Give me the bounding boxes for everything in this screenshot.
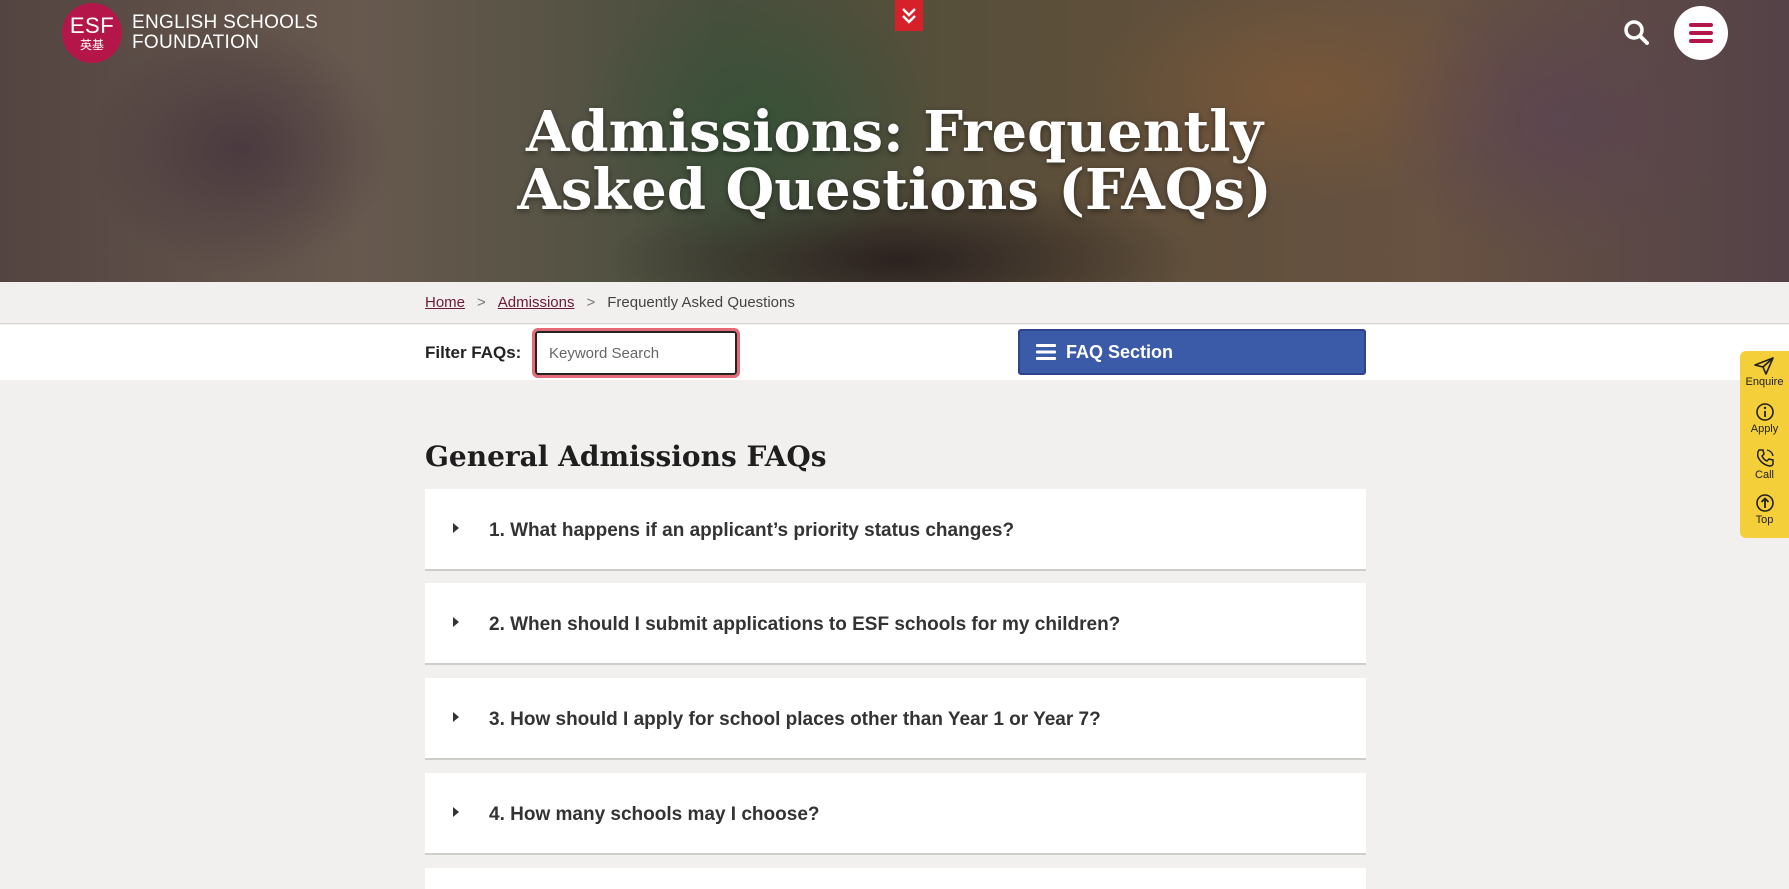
- menu-button[interactable]: [1674, 6, 1728, 60]
- send-icon: [1754, 357, 1775, 375]
- breadcrumb-admissions[interactable]: Admissions: [498, 294, 575, 311]
- caret-right-icon: [453, 523, 459, 533]
- scroll-down-button[interactable]: [895, 0, 923, 31]
- faq-question: 2. When should I submit applications to …: [489, 614, 1121, 635]
- call-button[interactable]: Call: [1755, 448, 1775, 493]
- section-title: General Admissions FAQs: [425, 440, 827, 473]
- logo-text-line1: ENGLISH SCHOOLS: [132, 12, 319, 33]
- search-button[interactable]: [1622, 18, 1652, 48]
- faq-question: 1. What happens if an applicant’s priori…: [489, 520, 1015, 541]
- caret-right-icon: [453, 712, 459, 722]
- logo-badge: ESF 英基: [62, 3, 122, 63]
- breadcrumb-home[interactable]: Home: [425, 294, 465, 311]
- top-button[interactable]: Top: [1755, 493, 1775, 538]
- faq-item[interactable]: 3. How should I apply for school places …: [425, 678, 1366, 760]
- faq-item[interactable]: 4. How many schools may I choose?: [425, 773, 1366, 855]
- keyword-search-input[interactable]: [532, 328, 740, 378]
- list-icon: [1036, 344, 1056, 360]
- logo-text-line2: FOUNDATION: [132, 32, 260, 53]
- faq-section-label: FAQ Section: [1066, 341, 1174, 362]
- logo-badge-esf: ESF: [69, 13, 115, 38]
- caret-right-icon: [453, 617, 459, 627]
- faq-item[interactable]: 1. What happens if an applicant’s priori…: [425, 489, 1366, 571]
- breadcrumb: Home > Admissions > Frequently Asked Que…: [0, 282, 1789, 324]
- arrow-up-icon: [1755, 493, 1774, 512]
- apply-button[interactable]: Apply: [1750, 402, 1779, 447]
- info-icon: [1755, 403, 1774, 422]
- faq-item[interactable]: 2. When should I submit applications to …: [425, 583, 1366, 665]
- search-icon: [1624, 20, 1649, 45]
- faq-question: 3. How should I apply for school places …: [489, 709, 1101, 730]
- breadcrumb-current: Frequently Asked Questions: [607, 294, 795, 311]
- filter-label: Filter FAQs:: [425, 343, 522, 362]
- faq-question: 4. How many schools may I choose?: [489, 804, 820, 825]
- filter-bar: Filter FAQs: FAQ Section: [0, 325, 1789, 380]
- caret-right-icon: [453, 807, 459, 817]
- breadcrumb-separator: >: [586, 294, 596, 311]
- esf-logo[interactable]: ESF 英基 ENGLISH SCHOOLS FOUNDATION: [62, 3, 318, 63]
- hamburger-icon: [1689, 23, 1713, 43]
- breadcrumb-separator: >: [477, 294, 486, 311]
- top-label: Top: [1755, 513, 1774, 526]
- logo-badge-chinese: 英基: [79, 38, 104, 52]
- call-label: Call: [1755, 468, 1774, 481]
- page-title-line1: Admissions: Frequently: [525, 99, 1264, 165]
- page-title-line2: Asked Questions (FAQs): [517, 157, 1272, 223]
- enquire-label: Enquire: [1745, 376, 1784, 388]
- page-title: Admissions: Frequently Asked Questions (…: [0, 103, 1789, 219]
- enquire-button[interactable]: Enquire: [1745, 357, 1784, 402]
- quick-actions-widget: Enquire Apply Call Top: [1740, 351, 1789, 538]
- logo-text: ENGLISH SCHOOLS FOUNDATION: [132, 13, 318, 53]
- double-chevron-down-icon: [902, 7, 916, 24]
- faq-section-button[interactable]: FAQ Section: [1018, 329, 1366, 375]
- phone-icon: [1756, 448, 1774, 467]
- faq-item[interactable]: [425, 868, 1366, 889]
- apply-label: Apply: [1750, 423, 1779, 436]
